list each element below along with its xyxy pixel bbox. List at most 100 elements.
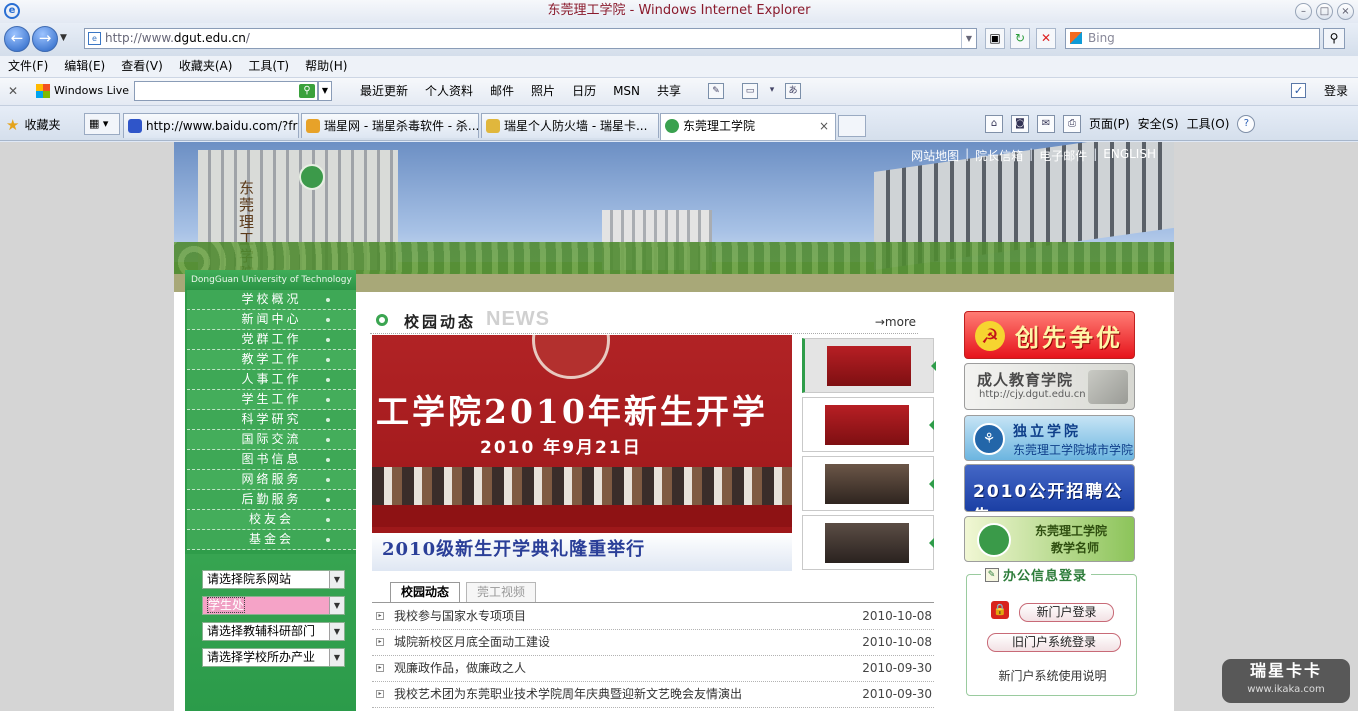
promo-adult-education[interactable]: 成人教育学院 http://cjy.dgut.edu.cn (964, 363, 1135, 410)
promo-recruitment[interactable]: 2010公开招聘公告 (964, 464, 1135, 512)
rss-feed-icon[interactable]: ◙ (1011, 115, 1029, 133)
list-item[interactable]: ▸ 城院新校区月底全面动工建设 2010-10-08 (372, 630, 934, 656)
thumbnail[interactable] (802, 456, 934, 511)
select-school-industries[interactable]: 请选择学校所办产业 ▼ (202, 648, 345, 667)
menu-safety[interactable]: 安全(S) (1138, 113, 1179, 135)
select-student-office[interactable]: 学生处 ▼ (202, 596, 345, 615)
live-link-mail[interactable]: 邮件 (490, 78, 514, 104)
live-link-photos[interactable]: 照片 (531, 78, 555, 104)
share-icon[interactable]: ✎ (708, 83, 724, 99)
help-icon[interactable]: ? (1237, 115, 1256, 133)
thumbnail[interactable] (802, 397, 934, 452)
select-departments[interactable]: 请选择院系网站 ▼ (202, 570, 345, 589)
list-item[interactable]: ▸ 观廉政作品，做廉政之人 2010-09-30 (372, 656, 934, 682)
live-search-input[interactable]: ⚲ (134, 81, 318, 101)
nav-item-students[interactable]: 学生工作 (187, 390, 356, 410)
back-button[interactable]: ← (4, 26, 30, 52)
live-search-dropdown-icon[interactable]: ▼ (318, 81, 332, 101)
menu-tools-cmd[interactable]: 工具(O) (1187, 113, 1230, 135)
promo-city-college[interactable]: ⚘ 独立学院 东莞理工学院城市学院 (964, 415, 1135, 461)
close-window-button[interactable]: × (1337, 3, 1354, 20)
home-icon[interactable]: ⌂ (985, 115, 1003, 133)
login-link[interactable]: 登录 (1324, 78, 1348, 104)
nav-item-personnel[interactable]: 人事工作 (187, 370, 356, 390)
print-icon[interactable]: ⎙ (1063, 115, 1081, 133)
live-link-msn[interactable]: MSN (613, 78, 640, 104)
link-english[interactable]: ENGLISH (1103, 147, 1156, 164)
tab-dgut[interactable]: 东莞理工学院 × (660, 113, 836, 140)
tab-baidu[interactable]: http://www.baidu.com/?fr=i... (123, 113, 299, 138)
thumbnail[interactable] (802, 338, 936, 393)
more-link[interactable]: →more (875, 315, 916, 329)
select-research-units[interactable]: 请选择教辅科研部门 ▼ (202, 622, 345, 641)
live-search-go-icon[interactable]: ⚲ (299, 84, 315, 98)
link-sitemap[interactable]: 网站地图 (911, 147, 959, 164)
stop-icon[interactable]: ✕ (1036, 28, 1056, 49)
quick-tabs-icon[interactable]: ▦ ▾ (84, 113, 120, 135)
tab-rising-antivirus[interactable]: 瑞星网 - 瑞星杀毒软件 - 杀... (301, 113, 479, 138)
nav-item-library[interactable]: 图书信息 (187, 450, 356, 470)
tab-campus-news[interactable]: 校园动态 (390, 582, 461, 602)
menu-favorites[interactable]: 收藏夹(A) (179, 56, 233, 77)
nav-item-party[interactable]: 党群工作 (187, 330, 356, 350)
news-item-title[interactable]: 观廉政作品，做廉政之人 (394, 656, 526, 680)
link-email[interactable]: 电子邮件 (1039, 147, 1087, 164)
menu-help[interactable]: 帮助(H) (305, 56, 347, 77)
favorites-button[interactable]: ★ 收藏夹 (6, 116, 60, 133)
nav-list: 学校概况 新闻中心 党群工作 教学工作 人事工作 学生工作 科学研究 国际交流 … (185, 290, 356, 550)
promo-excellence-campaign[interactable]: ☭ 创先争优 (964, 311, 1135, 359)
translate-icon[interactable]: あ (785, 83, 801, 99)
promo-url: http://cjy.dgut.edu.cn (979, 389, 1086, 400)
list-item[interactable]: ▸ 我校参与国家水专项项目 2010-10-08 (372, 604, 934, 630)
close-toolbar-icon[interactable]: ✕ (8, 78, 18, 104)
nav-item-news[interactable]: 新闻中心 (187, 310, 356, 330)
link-president-mailbox[interactable]: 院长信箱 (975, 147, 1023, 164)
portal-help-link[interactable]: 新门户系统使用说明 (967, 667, 1138, 684)
nav-item-teaching[interactable]: 教学工作 (187, 350, 356, 370)
thumbnail[interactable] (802, 515, 934, 570)
compat-view-icon[interactable]: ▣ (985, 28, 1005, 49)
address-input[interactable]: e http://www.dgut.edu.cn/ ▼ (84, 28, 977, 49)
old-portal-login-button[interactable]: 旧门户系统登录 (987, 633, 1121, 652)
live-link-updates[interactable]: 最近更新 (360, 78, 408, 104)
window-dropdown-icon[interactable]: ▾ (764, 83, 780, 99)
nav-item-alumni[interactable]: 校友会 (187, 510, 356, 530)
menu-file[interactable]: 文件(F) (8, 56, 48, 77)
news-tabs: 校园动态 莞工视频 (390, 582, 537, 602)
search-icon[interactable]: ⚲ (1323, 28, 1345, 49)
minimize-button[interactable]: – (1295, 3, 1312, 20)
tab-rising-firewall[interactable]: 瑞星个人防火墙 - 瑞星卡... (481, 113, 659, 138)
new-tab-button[interactable] (838, 115, 866, 137)
forward-button[interactable]: → (32, 26, 58, 52)
menu-tools[interactable]: 工具(T) (248, 56, 289, 77)
news-item-title[interactable]: 城院新校区月底全面动工建设 (394, 630, 550, 654)
search-input[interactable]: Bing (1065, 28, 1320, 49)
news-item-title[interactable]: 我校参与国家水专项项目 (394, 604, 526, 628)
menu-page[interactable]: 页面(P) (1089, 113, 1130, 135)
checkbox-icon[interactable]: ✓ (1291, 83, 1306, 98)
nav-item-logistics[interactable]: 后勤服务 (187, 490, 356, 510)
maximize-button[interactable]: □ (1316, 3, 1333, 20)
menu-view[interactable]: 查看(V) (121, 56, 163, 77)
nav-item-network[interactable]: 网络服务 (187, 470, 356, 490)
nav-item-foundation[interactable]: 基金会 (187, 530, 356, 550)
live-link-calendar[interactable]: 日历 (572, 78, 596, 104)
live-link-profile[interactable]: 个人资料 (425, 78, 473, 104)
tab-video[interactable]: 莞工视频 (466, 582, 537, 602)
promo-teaching-masters[interactable]: 东莞理工学院 教学名师 (964, 516, 1135, 562)
refresh-icon[interactable]: ↻ (1010, 28, 1030, 49)
nav-item-overview[interactable]: 学校概况 (187, 290, 356, 310)
menu-edit[interactable]: 编辑(E) (64, 56, 105, 77)
live-link-share[interactable]: 共享 (657, 78, 681, 104)
news-item-title[interactable]: 我校艺术团为东莞职业技术学院周年庆典暨迎新文艺晚会友情演出 (394, 682, 742, 706)
nav-item-international[interactable]: 国际交流 (187, 430, 356, 450)
close-tab-icon[interactable]: × (819, 114, 829, 138)
address-dropdown-icon[interactable]: ▼ (961, 29, 976, 48)
list-item[interactable]: ▸ 我校艺术团为东莞职业技术学院周年庆典暨迎新文艺晚会友情演出 2010-09-30 (372, 682, 934, 708)
news-slideshow[interactable]: 工学院2010年新生开学 2010 年9月21日 2010级新生开学典礼隆重举行 (372, 335, 792, 571)
nav-item-research[interactable]: 科学研究 (187, 410, 356, 430)
history-dropdown-icon[interactable]: ▼ (60, 33, 67, 43)
new-portal-login-button[interactable]: 新门户登录 (1019, 603, 1114, 622)
window-icon[interactable]: ▭ (742, 83, 758, 99)
read-mail-icon[interactable]: ✉ (1037, 115, 1055, 133)
